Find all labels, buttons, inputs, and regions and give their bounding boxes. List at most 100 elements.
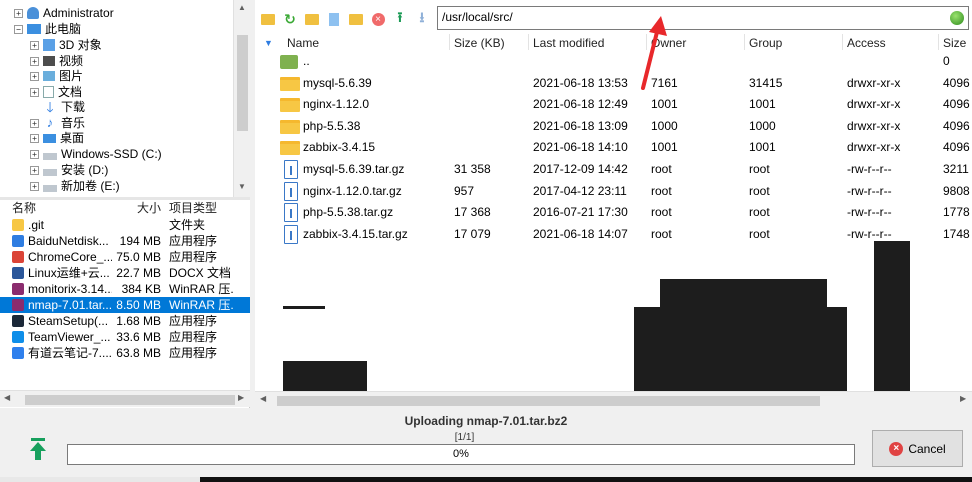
remote-hscrollbar[interactable]: ◀ ▶ — [255, 391, 972, 408]
table-row[interactable]: .. 0 — [255, 51, 972, 72]
scroll-left-arrow-icon[interactable]: ◀ — [260, 394, 266, 403]
table-row[interactable]: Linux运维+云... 22.7 MB DOCX 文档 — [0, 265, 250, 281]
tree-item-administrator[interactable]: + Administrator — [14, 5, 114, 21]
pictures-icon — [43, 71, 55, 81]
column-header-modified[interactable]: Last modified — [533, 34, 604, 52]
local-file-list[interactable]: 名称 大小 项目类型 .git 文件夹 BaiduNetdisk... 194 MB 应… — [0, 200, 250, 390]
download-icon[interactable]: ⭳ — [413, 9, 431, 28]
local-hscrollbar[interactable]: ◀ ▶ — [0, 390, 250, 407]
cancel-button[interactable]: × Cancel — [872, 430, 963, 467]
tree-item-drive-e[interactable]: + 新加卷 (E:) — [30, 178, 120, 194]
column-header-name[interactable]: 名称 — [12, 200, 36, 217]
table-row[interactable]: SteamSetup(... 1.68 MB 应用程序 — [0, 313, 250, 329]
table-row[interactable]: 有道云笔记-7.... 63.8 MB 应用程序 — [0, 345, 250, 361]
drive-icon — [43, 152, 57, 160]
scroll-right-arrow-icon[interactable]: ▶ — [960, 394, 966, 403]
column-separator[interactable] — [842, 34, 843, 50]
tree-item-pictures[interactable]: + 图片 — [30, 68, 83, 84]
file-type: 应用程序 — [169, 346, 218, 360]
column-header-owner[interactable]: Owner — [651, 34, 686, 52]
delete-icon[interactable]: × — [369, 10, 387, 28]
column-separator[interactable] — [449, 34, 450, 50]
column-separator[interactable] — [744, 34, 745, 50]
expand-icon[interactable]: + — [30, 149, 39, 159]
expand-icon[interactable]: + — [30, 71, 39, 81]
upload-icon[interactable]: ⭱ — [391, 9, 409, 28]
table-row[interactable]: monitorix-3.14... 384 KB WinRAR 压... — [0, 281, 250, 297]
scroll-up-arrow-icon[interactable]: ▲ — [238, 3, 246, 12]
table-row[interactable]: php-5.5.38 2021-06-18 13:09 1000 1000 drwxr-… — [255, 116, 972, 137]
tree-item-music[interactable]: + ♪ 音乐 — [30, 115, 85, 131]
expand-icon[interactable]: + — [30, 40, 39, 50]
folder-tree[interactable]: + Administrator − 此电脑 + 3D 对象 + 视频 + 图片 … — [0, 0, 250, 197]
tree-item-label: 下载 — [61, 100, 86, 114]
owner: root — [651, 183, 672, 198]
file-type-icon — [12, 251, 24, 263]
scroll-thumb[interactable] — [277, 396, 820, 406]
scroll-right-arrow-icon[interactable]: ▶ — [238, 393, 244, 402]
expand-icon[interactable]: + — [30, 87, 39, 97]
column-header-access[interactable]: Access — [847, 34, 886, 52]
collapse-icon[interactable]: − — [14, 24, 23, 34]
column-header-size2[interactable]: Size — [943, 34, 966, 52]
table-row[interactable]: nginx-1.12.0 2021-06-18 12:49 1001 1001 drwx… — [255, 94, 972, 115]
new-file-icon[interactable] — [325, 10, 343, 28]
access: -rw-r--r-- — [847, 162, 892, 176]
tree-item-3d-objects[interactable]: + 3D 对象 — [30, 37, 102, 53]
table-row[interactable]: zabbix-3.4.15.tar.gz 17 079 2021-06-18 14:… — [255, 224, 972, 245]
file-name: Linux运维+云... — [28, 266, 110, 280]
column-separator[interactable] — [646, 34, 647, 50]
column-header-type[interactable]: 项目类型 — [169, 200, 217, 217]
file-size: 384 KB — [121, 282, 161, 296]
tree-item-documents[interactable]: + 文档 — [30, 84, 82, 100]
table-row[interactable]: mysql-5.6.39 2021-06-18 13:53 7161 31415 drw… — [255, 73, 972, 94]
expand-icon[interactable]: + — [30, 118, 39, 128]
column-header-size[interactable]: Size (KB) — [454, 34, 505, 52]
tree-item-drive-d[interactable]: + 安装 (D:) — [30, 162, 108, 178]
expand-icon[interactable]: + — [30, 181, 39, 191]
table-row[interactable]: ChromeCore_... 75.0 MB 应用程序 — [0, 249, 250, 265]
new-folder-icon[interactable] — [303, 10, 321, 28]
open-folder-icon[interactable] — [347, 10, 365, 28]
go-icon[interactable] — [950, 11, 964, 25]
modified-date: 2016-07-21 17:30 — [533, 205, 628, 220]
table-row[interactable]: TeamViewer_... 33.6 MB 应用程序 — [0, 329, 250, 345]
scroll-down-arrow-icon[interactable]: ▼ — [238, 182, 246, 191]
table-row[interactable]: BaiduNetdisk... 194 MB 应用程序 — [0, 233, 250, 249]
expand-icon[interactable]: + — [30, 133, 39, 143]
table-row[interactable]: php-5.5.38.tar.gz 17 368 2016-07-21 17:30 r… — [255, 202, 972, 223]
scroll-left-arrow-icon[interactable]: ◀ — [4, 393, 10, 402]
tree-item-video[interactable]: + 视频 — [30, 53, 83, 69]
column-header-size[interactable]: 大小 — [137, 200, 161, 217]
file-name: SteamSetup(... — [28, 314, 109, 328]
table-row[interactable]: .git 文件夹 — [0, 217, 250, 233]
refresh-icon[interactable]: ↻ — [281, 10, 299, 28]
owner: 7161 — [651, 75, 678, 90]
tree-scrollbar[interactable]: ▲ ▼ — [233, 0, 250, 197]
scroll-thumb[interactable] — [25, 395, 235, 405]
table-row[interactable]: nmap-7.01.tar... 8.50 MB WinRAR 压... — [0, 297, 250, 313]
column-header-group[interactable]: Group — [749, 34, 782, 52]
file-name: mysql-5.6.39.tar.gz — [303, 162, 405, 176]
table-row[interactable]: nginx-1.12.0.tar.gz 957 2017-04-12 23:11 ro… — [255, 181, 972, 202]
scroll-thumb[interactable] — [237, 35, 248, 131]
tree-item-downloads[interactable]: 🡓 下载 — [43, 99, 85, 115]
tree-item-drive-c[interactable]: + Windows-SSD (C:) — [30, 146, 162, 162]
column-separator[interactable] — [528, 34, 529, 50]
modified-date: 2021-06-18 14:07 — [533, 226, 628, 241]
tree-item-this-pc[interactable]: − 此电脑 — [14, 21, 81, 37]
table-row[interactable]: zabbix-3.4.15 2021-06-18 14:10 1001 1001 drw… — [255, 137, 972, 158]
column-header-name[interactable]: Name — [287, 34, 319, 52]
column-separator[interactable] — [938, 34, 939, 50]
file-size: 75.0 MB — [116, 250, 161, 264]
expand-icon[interactable]: + — [30, 56, 39, 66]
remote-toolbar: ↻ × ⭱ ⭳ — [255, 6, 435, 32]
expand-icon[interactable]: + — [14, 8, 23, 18]
remote-path-input[interactable]: /usr/local/src/ — [437, 6, 969, 30]
expand-icon[interactable]: + — [30, 165, 39, 175]
redaction-block — [874, 241, 910, 391]
table-row[interactable]: mysql-5.6.39.tar.gz 31 358 2017-12-09 14:4… — [255, 159, 972, 180]
tree-item-label: 桌面 — [60, 131, 85, 145]
tree-item-desktop[interactable]: + 桌面 — [30, 130, 84, 146]
parent-folder-icon[interactable] — [259, 10, 277, 28]
